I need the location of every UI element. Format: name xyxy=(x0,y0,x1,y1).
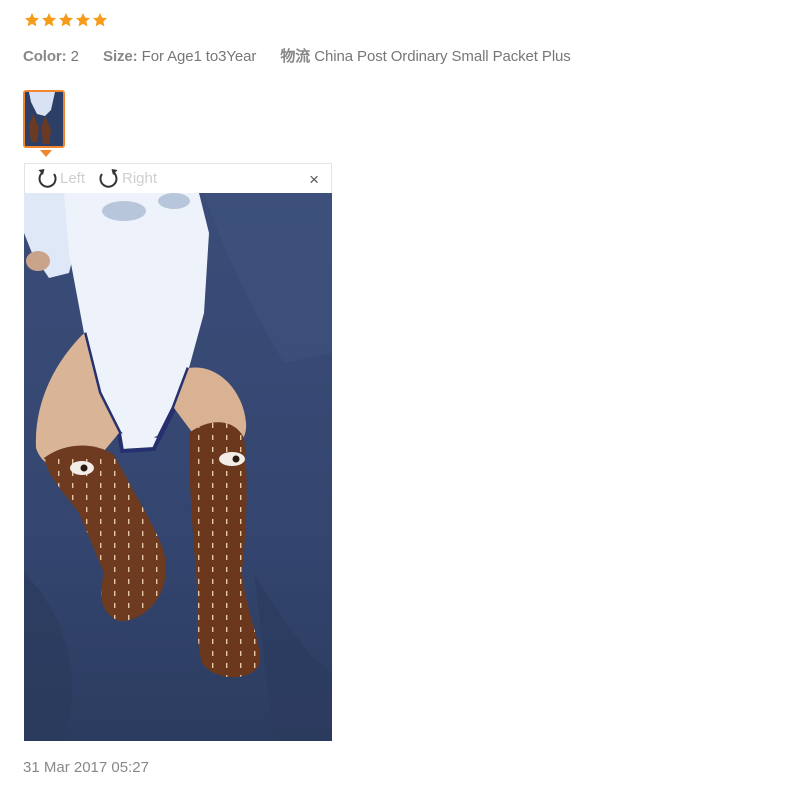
close-icon[interactable]: × xyxy=(309,171,319,188)
color-label: Color: xyxy=(23,48,67,65)
photo-viewer: Left Right × xyxy=(24,163,332,741)
rotate-right-icon xyxy=(99,169,118,188)
review-photo xyxy=(24,193,332,741)
star-icon xyxy=(93,13,107,27)
review-date: 31 Mar 2017 05:27 xyxy=(23,759,149,776)
shipping-label: 物流 xyxy=(280,48,311,65)
rotate-left-label: Left xyxy=(60,169,86,187)
color-value: 2 xyxy=(70,48,79,65)
thumbnail-pointer xyxy=(40,150,52,157)
viewer-toolbar: Left Right × xyxy=(24,163,332,193)
star-icon xyxy=(59,13,73,27)
rotate-right-button[interactable]: Right xyxy=(97,165,157,191)
review-photo-thumbnail[interactable] xyxy=(23,90,65,148)
rotate-left-button[interactable]: Left xyxy=(35,165,85,191)
star-icon xyxy=(25,13,39,27)
rotate-right-label: Right xyxy=(122,169,158,187)
review-attributes: Color: 2 Size: For Age1 to3Year 物流 China… xyxy=(23,45,571,66)
size-value: For Age1 to3Year xyxy=(141,48,257,65)
rotate-left-icon xyxy=(38,169,57,188)
shipping-value: China Post Ordinary Small Packet Plus xyxy=(314,48,571,65)
star-icon xyxy=(42,13,56,27)
rating-stars xyxy=(24,12,108,28)
size-label: Size: xyxy=(103,48,138,65)
star-icon xyxy=(76,13,90,27)
